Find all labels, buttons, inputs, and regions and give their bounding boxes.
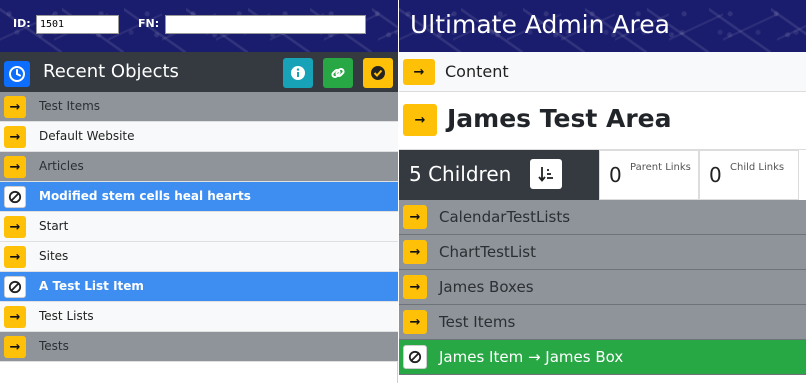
info-button[interactable] [283, 58, 313, 88]
list-item[interactable]: → Sites [0, 242, 398, 272]
arrow-right-icon[interactable]: → [4, 216, 26, 238]
arrow-right-icon[interactable]: → [403, 104, 437, 136]
current-object-header: → James Test Area [399, 92, 806, 150]
child-item[interactable]: → James Boxes [399, 270, 806, 305]
list-item-label: Test Items [39, 99, 101, 113]
id-input[interactable] [36, 15, 119, 34]
recent-objects-title: Recent Objects [43, 61, 179, 82]
list-item[interactable]: → Start [0, 212, 398, 242]
list-item-label: Tests [39, 339, 69, 353]
list-item-label: Test Lists [39, 309, 94, 323]
child-links-count: 0 [709, 163, 722, 187]
list-item[interactable]: → Articles [0, 152, 398, 182]
list-item-label: Start [39, 219, 69, 233]
arrow-right-icon[interactable]: → [4, 156, 26, 178]
arrow-right-icon[interactable]: → [4, 336, 26, 358]
child-item[interactable]: → Test Items [399, 305, 806, 340]
child-item[interactable]: → CalendarTestLists [399, 200, 806, 235]
child-links-stat[interactable]: 0 Child Links [699, 150, 799, 200]
list-item[interactable]: → Tests [0, 332, 398, 362]
list-item[interactable]: → Default Website [0, 122, 398, 152]
list-item[interactable]: → Test Items [0, 92, 398, 122]
list-item-label: Sites [39, 249, 69, 263]
confirm-button[interactable] [363, 58, 393, 88]
children-count-box: 5 Children [399, 150, 599, 200]
recent-objects-panel: ID: FN: Recent Objects → Test Item [0, 0, 398, 383]
link-icon [331, 67, 345, 79]
list-item[interactable]: → Test Lists [0, 302, 398, 332]
arrow-right-icon[interactable]: → [403, 205, 427, 229]
info-icon [291, 66, 305, 80]
parent-links-stat[interactable]: 0 Parent Links [599, 150, 699, 200]
arrow-right-icon[interactable]: → [4, 246, 26, 268]
arrow-right-icon[interactable]: → [403, 310, 427, 334]
child-item-label: James Item → James Box [439, 348, 624, 366]
child-item[interactable]: → ChartTestList [399, 235, 806, 270]
list-item-label: Articles [39, 159, 84, 173]
breadcrumb[interactable]: → Content [399, 52, 806, 92]
arrow-right-icon[interactable]: → [4, 96, 26, 118]
page-title: Ultimate Admin Area [410, 10, 670, 39]
parent-links-label: Parent Links [630, 162, 691, 173]
child-item-label: CalendarTestLists [439, 208, 571, 226]
ban-icon[interactable] [4, 276, 26, 298]
arrow-right-icon[interactable]: → [4, 306, 26, 328]
check-circle-icon [371, 66, 385, 80]
object-title: James Test Area [447, 104, 672, 133]
arrow-right-icon[interactable]: → [403, 59, 435, 85]
breadcrumb-label: Content [445, 62, 509, 81]
child-item-label: James Boxes [439, 278, 534, 296]
ban-icon[interactable] [403, 345, 427, 369]
list-item-label: Default Website [39, 129, 135, 143]
search-bar: ID: FN: [0, 0, 398, 52]
stats-bar: 5 Children 0 Parent Links 0 Child Links [399, 150, 806, 200]
fn-input[interactable] [165, 15, 366, 34]
arrow-right-icon[interactable]: → [403, 240, 427, 264]
fn-label: FN: [138, 17, 160, 30]
child-item[interactable]: James Item → James Box [399, 340, 806, 375]
sort-icon [538, 167, 553, 182]
admin-area-panel: Ultimate Admin Area → Content → James Te… [399, 0, 806, 383]
list-item-label: Modified stem cells heal hearts [39, 189, 251, 203]
child-item-label: ChartTestList [439, 243, 536, 261]
arrow-right-icon[interactable]: → [4, 126, 26, 148]
admin-header: Ultimate Admin Area [399, 0, 806, 52]
sort-button[interactable] [530, 159, 562, 189]
parent-links-count: 0 [609, 163, 622, 187]
id-label: ID: [13, 17, 31, 30]
list-item[interactable]: Modified stem cells heal hearts [0, 182, 398, 212]
list-item-label: A Test List Item [39, 279, 144, 293]
child-item-label: Test Items [439, 313, 516, 331]
link-button[interactable] [323, 58, 353, 88]
children-count: 5 Children [409, 162, 512, 186]
child-links-label: Child Links [730, 162, 785, 173]
ban-icon[interactable] [4, 186, 26, 208]
arrow-right-icon[interactable]: → [403, 275, 427, 299]
clock-icon[interactable] [4, 61, 30, 87]
list-item[interactable]: A Test List Item [0, 272, 398, 302]
